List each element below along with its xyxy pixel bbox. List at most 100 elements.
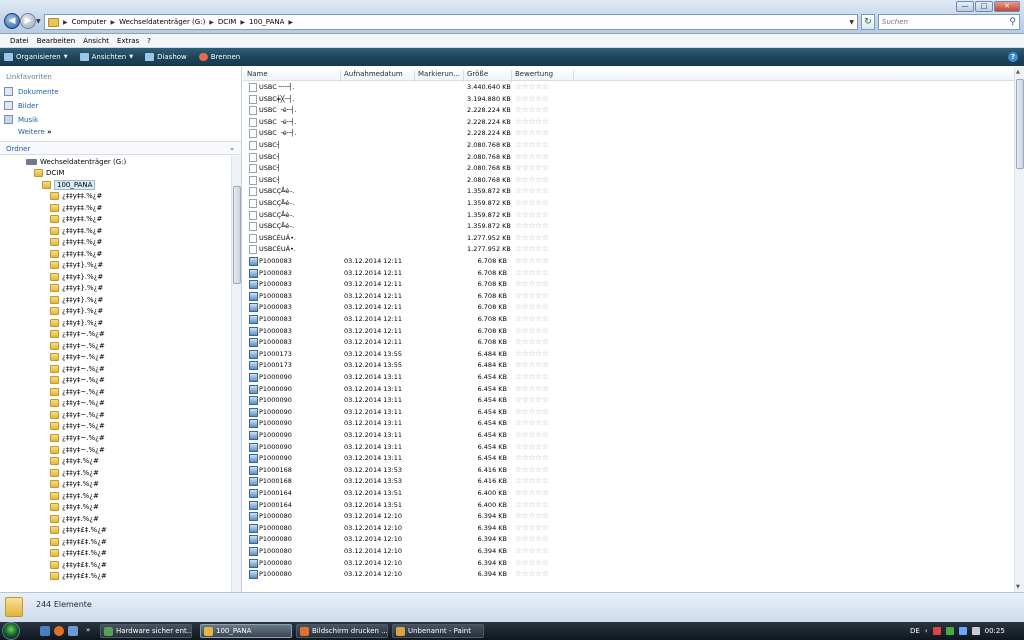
- column-divider[interactable]: [463, 70, 464, 82]
- file-row[interactable]: P1000083 03.12.2014 12:11 6.708 KB ☆☆☆☆☆: [243, 279, 1014, 291]
- tree-item[interactable]: ¿‡‡y‡.%¿#: [50, 456, 99, 467]
- file-row[interactable]: P1000080 03.12.2014 12:10 6.394 KB ☆☆☆☆☆: [243, 569, 1014, 581]
- file-row[interactable]: USBC ╶é╌┤. 2.228.224 KB ☆☆☆☆☆: [243, 117, 1014, 129]
- file-row[interactable]: P1000168 03.12.2014 13:53 6.416 KB ☆☆☆☆☆: [243, 465, 1014, 477]
- chevron-right-icon[interactable]: ▶: [209, 19, 214, 26]
- rating-stars[interactable]: ☆☆☆☆☆: [515, 256, 549, 265]
- breadcrumb-drive[interactable]: Wechseldatenträger (G:): [119, 18, 205, 26]
- tree-item[interactable]: ¿‡‡y‡£‡.%¿#: [50, 571, 107, 582]
- tree-item[interactable]: ¿‡‡y‡~.%¿#: [50, 340, 105, 351]
- rating-stars[interactable]: ☆☆☆☆☆: [515, 349, 549, 358]
- safely-remove-icon[interactable]: [958, 627, 967, 635]
- file-row[interactable]: P1000080 03.12.2014 12:10 6.394 KB ☆☆☆☆☆: [243, 546, 1014, 558]
- taskbar-button[interactable]: 100_PANA: [200, 624, 292, 638]
- tree-item[interactable]: ¿‡‡y‡~.%¿#: [50, 329, 105, 340]
- tree-item[interactable]: ¿‡‡y‡‡.%¿#: [50, 248, 102, 259]
- menu-ansicht[interactable]: Ansicht: [83, 37, 109, 45]
- column-size[interactable]: Größe: [467, 70, 488, 78]
- rating-stars[interactable]: ☆☆☆☆☆: [515, 395, 549, 404]
- breadcrumb-dcim[interactable]: DCIM: [218, 18, 236, 26]
- tree-item[interactable]: DCIM: [34, 168, 64, 179]
- rating-stars[interactable]: ☆☆☆☆☆: [515, 372, 549, 381]
- menu-bearbeiten[interactable]: Bearbeiten: [37, 37, 75, 45]
- rating-stars[interactable]: ☆☆☆☆☆: [515, 430, 549, 439]
- folders-header[interactable]: Ordner ⌄: [0, 141, 241, 155]
- file-row[interactable]: P1000090 03.12.2014 13:11 6.454 KB ☆☆☆☆☆: [243, 453, 1014, 465]
- slideshow-button[interactable]: Diashow: [145, 53, 187, 61]
- file-row[interactable]: USBC┤ 2.080.768 KB ☆☆☆☆☆: [243, 152, 1014, 164]
- column-divider[interactable]: [414, 70, 415, 82]
- rating-stars[interactable]: ☆☆☆☆☆: [515, 360, 549, 369]
- file-row[interactable]: USBC┤ 2.080.768 KB ☆☆☆☆☆: [243, 163, 1014, 175]
- quicklaunch-expand-icon[interactable]: »: [86, 626, 96, 636]
- menu-datei[interactable]: Datei: [10, 37, 29, 45]
- network-icon[interactable]: [945, 627, 954, 635]
- rating-stars[interactable]: ☆☆☆☆☆: [515, 175, 549, 184]
- breadcrumb-100-pana[interactable]: 100_PANA: [249, 18, 284, 26]
- file-row[interactable]: P1000168 03.12.2014 13:53 6.416 KB ☆☆☆☆☆: [243, 476, 1014, 488]
- column-tags[interactable]: Markierun...: [418, 70, 460, 78]
- forward-button[interactable]: ▶: [20, 13, 36, 29]
- tree-item[interactable]: ¿‡‡y‡£‡.%¿#: [50, 559, 107, 570]
- file-row[interactable]: USBCÇ╩é–. 1.359.872 KB ☆☆☆☆☆: [243, 198, 1014, 210]
- rating-stars[interactable]: ☆☆☆☆☆: [515, 186, 549, 195]
- tree-item[interactable]: ¿‡‡y‡~.%¿#: [50, 409, 105, 420]
- tree-item[interactable]: ¿‡‡y‡.%¿#: [50, 479, 99, 490]
- taskbar-button[interactable]: Unbenannt - Paint: [392, 624, 484, 638]
- rating-stars[interactable]: ☆☆☆☆☆: [515, 418, 549, 427]
- file-row[interactable]: P1000090 03.12.2014 13:11 6.454 KB ☆☆☆☆☆: [243, 395, 1014, 407]
- maximize-button[interactable]: □: [975, 1, 993, 12]
- search-icon[interactable]: ⚲: [1009, 17, 1016, 27]
- tree-item[interactable]: ¿‡‡y‡£‡.%¿#: [50, 536, 107, 547]
- address-bar[interactable]: ▶ Computer ▶ Wechseldatenträger (G:) ▶ D…: [44, 14, 858, 30]
- file-row[interactable]: USBC╪╳╌┤. 3.194.880 KB ☆☆☆☆☆: [243, 94, 1014, 106]
- rating-stars[interactable]: ☆☆☆☆☆: [515, 244, 549, 253]
- firefox-icon[interactable]: [54, 626, 64, 636]
- chevron-right-icon[interactable]: ▶: [288, 19, 293, 26]
- tree-item[interactable]: ¿‡‡y‡~.%¿#: [50, 444, 105, 455]
- file-row[interactable]: P1000083 03.12.2014 12:11 6.708 KB ☆☆☆☆☆: [243, 302, 1014, 314]
- taskbar-button[interactable]: Bildschirm drucken ...: [296, 624, 388, 638]
- rating-stars[interactable]: ☆☆☆☆☆: [515, 476, 549, 485]
- rating-stars[interactable]: ☆☆☆☆☆: [515, 511, 549, 520]
- file-row[interactable]: P1000083 03.12.2014 12:11 6.708 KB ☆☆☆☆☆: [243, 291, 1014, 303]
- close-button[interactable]: ✕: [994, 1, 1020, 12]
- file-row[interactable]: P1000083 03.12.2014 12:11 6.708 KB ☆☆☆☆☆: [243, 314, 1014, 326]
- show-desktop-icon[interactable]: [40, 626, 50, 636]
- chevron-right-icon[interactable]: ▶: [110, 19, 115, 26]
- rating-stars[interactable]: ☆☆☆☆☆: [515, 465, 549, 474]
- tree-item[interactable]: ¿‡‡y‡.%¿#: [50, 467, 99, 478]
- file-row[interactable]: P1000090 03.12.2014 13:11 6.454 KB ☆☆☆☆☆: [243, 430, 1014, 442]
- file-row[interactable]: P1000083 03.12.2014 12:11 6.708 KB ☆☆☆☆☆: [243, 326, 1014, 338]
- column-divider[interactable]: [340, 70, 341, 82]
- more-favorites-link[interactable]: Weitere »: [18, 128, 52, 136]
- scrollbar-thumb[interactable]: [233, 186, 241, 284]
- rating-stars[interactable]: ☆☆☆☆☆: [515, 163, 549, 172]
- file-row[interactable]: USBCÇ╩é–. 1.359.872 KB ☆☆☆☆☆: [243, 210, 1014, 222]
- file-row[interactable]: P1000083 03.12.2014 12:11 6.708 KB ☆☆☆☆☆: [243, 268, 1014, 280]
- file-row[interactable]: USBC ╶é╌┤. 2.228.224 KB ☆☆☆☆☆: [243, 105, 1014, 117]
- tree-item[interactable]: ¿‡‡y‡}.%¿#: [50, 306, 103, 317]
- views-button[interactable]: Ansichten ▼: [79, 53, 133, 61]
- rating-stars[interactable]: ☆☆☆☆☆: [515, 140, 549, 149]
- scroll-up-arrow-icon[interactable]: ▲: [1016, 69, 1020, 75]
- tray-expand-icon[interactable]: ‹: [925, 627, 928, 635]
- tree-item[interactable]: ¿‡‡y‡~.%¿#: [50, 363, 105, 374]
- tree-item[interactable]: ¿‡‡y‡~.%¿#: [50, 375, 105, 386]
- switch-windows-icon[interactable]: [68, 626, 78, 636]
- address-dropdown-icon[interactable]: ▼: [849, 19, 854, 26]
- file-row[interactable]: P1000164 03.12.2014 13:51 6.400 KB ☆☆☆☆☆: [243, 500, 1014, 512]
- file-row[interactable]: P1000080 03.12.2014 12:10 6.394 KB ☆☆☆☆☆: [243, 534, 1014, 546]
- tree-item[interactable]: ¿‡‡y‡~.%¿#: [50, 352, 105, 363]
- file-row[interactable]: P1000090 03.12.2014 13:11 6.454 KB ☆☆☆☆☆: [243, 407, 1014, 419]
- tree-item[interactable]: ¿‡‡y‡‡.%¿#: [50, 225, 102, 236]
- rating-stars[interactable]: ☆☆☆☆☆: [515, 268, 549, 277]
- file-row[interactable]: P1000173 03.12.2014 13:55 6.484 KB ☆☆☆☆☆: [243, 349, 1014, 361]
- scroll-down-arrow-icon[interactable]: ▼: [1016, 584, 1020, 590]
- refresh-button[interactable]: ↻: [861, 14, 875, 30]
- tree-item[interactable]: ¿‡‡y‡}.%¿#: [50, 271, 103, 282]
- file-row[interactable]: USBCÇ╩é–. 1.359.872 KB ☆☆☆☆☆: [243, 221, 1014, 233]
- organize-button[interactable]: Organisieren ▼: [4, 53, 68, 61]
- tree-item[interactable]: ¿‡‡y‡.%¿#: [50, 490, 99, 501]
- tree-item[interactable]: ¿‡‡y‡.%¿#: [50, 513, 99, 524]
